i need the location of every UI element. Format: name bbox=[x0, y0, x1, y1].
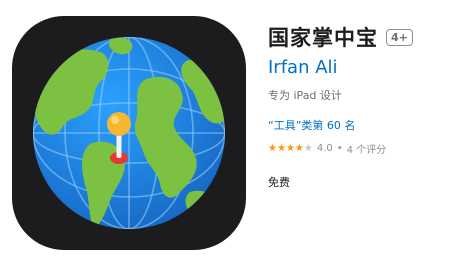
star-icon: ★ bbox=[294, 143, 304, 154]
globe-with-map-pin-icon bbox=[33, 37, 225, 229]
land-australia bbox=[185, 190, 215, 217]
designed-for-label: 专为 iPad 设计 bbox=[268, 89, 342, 102]
star-icon: ★ bbox=[285, 143, 295, 154]
price-label[interactable]: 免费 bbox=[268, 174, 458, 190]
app-store-header: 国家掌中宝 4+ Irfan Ali 专为 iPad 设计 “工具”类第 60 … bbox=[0, 0, 466, 267]
app-icon[interactable] bbox=[12, 16, 246, 250]
app-title: 国家掌中宝 bbox=[268, 26, 378, 50]
developer-link[interactable]: Irfan Ali bbox=[268, 57, 458, 78]
rating-row: ★★★★★ 4.0 • 4 个评分 bbox=[268, 141, 458, 156]
category-rank-link[interactable]: “工具”类第 60 名 bbox=[268, 117, 458, 133]
star-icon: ★ bbox=[268, 143, 277, 154]
age-rating-badge: 4+ bbox=[386, 28, 413, 46]
rating-value: 4.0 bbox=[316, 143, 333, 154]
star-empty-icon: ★ bbox=[303, 143, 313, 154]
rating-separator: • bbox=[336, 143, 343, 154]
title-row: 国家掌中宝 4+ bbox=[268, 22, 458, 52]
rating-count: 4 个评分 bbox=[346, 145, 387, 156]
app-info: 国家掌中宝 4+ Irfan Ali 专为 iPad 设计 “工具”类第 60 … bbox=[268, 22, 458, 190]
star-rating: ★★★★★ bbox=[268, 143, 313, 154]
star-icon: ★ bbox=[276, 143, 286, 154]
